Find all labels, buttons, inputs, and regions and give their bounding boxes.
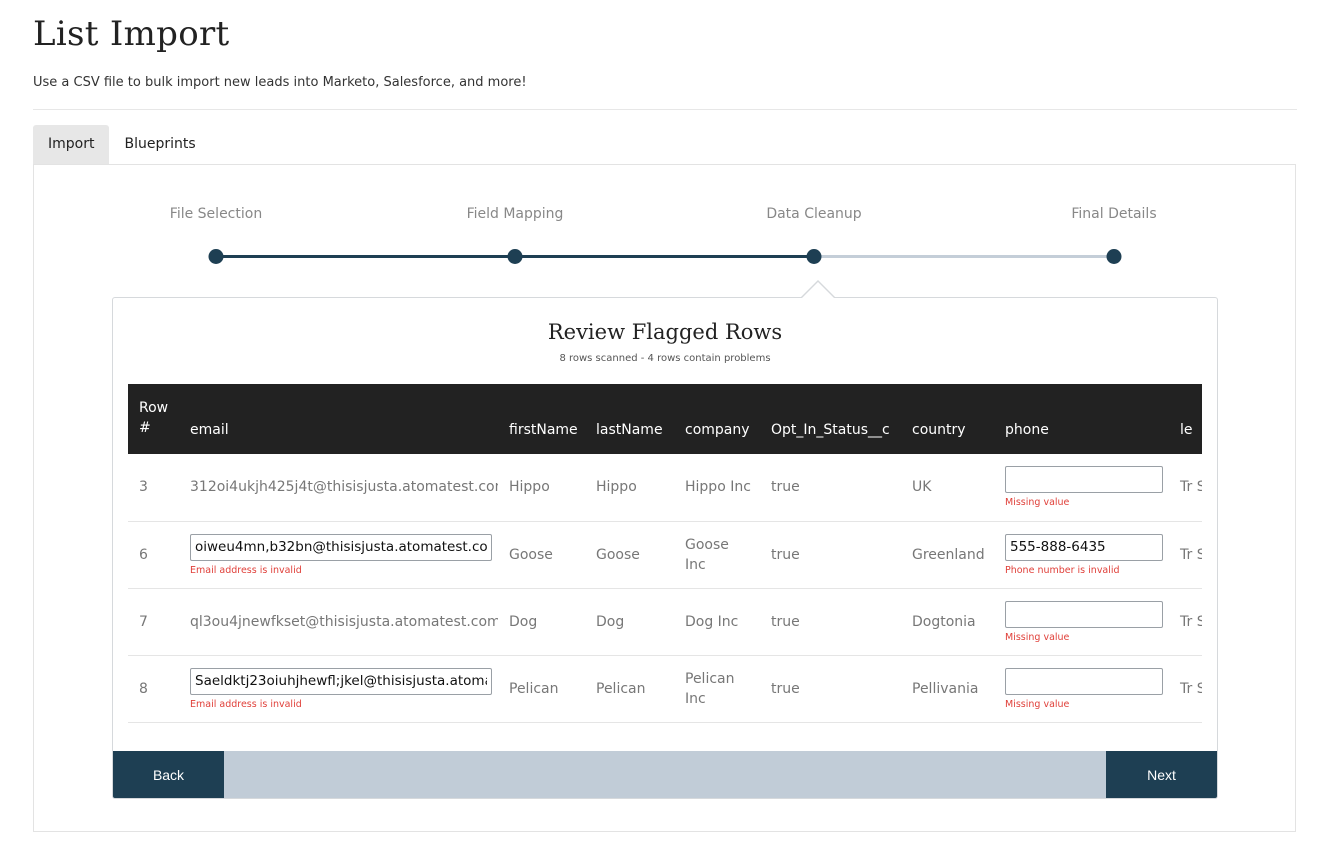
country-cell: Pellivania	[901, 655, 994, 723]
review-card: Review Flagged Rows 8 rows scanned - 4 r…	[112, 297, 1218, 799]
phone-cell: Missing value	[994, 454, 1169, 522]
firstname-cell: Dog	[498, 588, 585, 656]
column-header-company: company	[685, 422, 750, 438]
phone-cell: Phone number is invalid	[994, 521, 1169, 589]
phone-error: Phone number is invalid	[1005, 564, 1120, 576]
lead-cell: Tr Sl	[1169, 655, 1202, 723]
column-header-opt-in-status: Opt_In_Status__c	[771, 422, 890, 438]
lead-cell: Tr Sl	[1169, 454, 1202, 522]
company-cell: Goose Inc	[674, 521, 760, 589]
opt-in-cell: true	[760, 655, 901, 723]
country-cell: Greenland	[901, 521, 994, 589]
page-subtitle: Use a CSV file to bulk import new leads …	[33, 75, 527, 90]
phone-input[interactable]	[1005, 667, 1163, 695]
phone-error: Missing value	[1005, 497, 1070, 509]
email-cell: Email address is invalid	[179, 521, 498, 589]
opt-in-cell: true	[760, 521, 901, 589]
table-row: 6 Email address is invalid Goose Goose G…	[128, 521, 1202, 589]
table-header-row: Row # email firstName lastName company O…	[128, 384, 1202, 454]
row-number: 6	[128, 521, 179, 589]
row-number: 7	[128, 588, 179, 656]
company-cell: Hippo Inc	[674, 454, 760, 522]
opt-in-cell: true	[760, 588, 901, 656]
column-header-phone: phone	[1005, 422, 1049, 438]
progress-line-3	[814, 255, 1114, 258]
phone-cell: Missing value	[994, 655, 1169, 723]
review-summary: 8 rows scanned - 4 rows contain problems	[559, 353, 771, 364]
current-step-pointer-fill	[801, 282, 835, 299]
phone-error: Missing value	[1005, 698, 1070, 710]
header-divider	[33, 109, 1297, 110]
step-dot-field-mapping	[507, 249, 523, 264]
next-button[interactable]: Next	[1106, 751, 1217, 798]
firstname-cell: Hippo	[498, 454, 585, 522]
lead-cell: Tr Sl	[1169, 588, 1202, 656]
row-number: 3	[128, 454, 179, 522]
column-header-email: email	[190, 422, 229, 438]
email-input[interactable]	[190, 667, 492, 695]
phone-input[interactable]	[1005, 600, 1163, 628]
step-dot-data-cleanup	[806, 249, 822, 264]
country-cell: UK	[901, 454, 994, 522]
table-row: 3 312oi4ukjh425j4t@thisisjusta.atomatest…	[128, 454, 1202, 522]
phone-cell: Missing value	[994, 588, 1169, 656]
opt-in-cell: true	[760, 454, 901, 522]
email-cell: ql3ou4jnewfkset@thisisjusta.atomatest.co…	[179, 588, 498, 656]
page-title: List Import	[33, 14, 230, 54]
email-error: Email address is invalid	[190, 564, 302, 576]
progress-line-1	[216, 255, 515, 258]
table-row: 8 Email address is invalid Pelican Pelic…	[128, 655, 1202, 723]
step-dot-file-selection	[208, 249, 224, 264]
tab-bar: Import Blueprints	[33, 125, 211, 164]
column-header-lastname: lastName	[596, 422, 663, 438]
step-dot-final-details	[1106, 249, 1122, 264]
column-header-country: country	[912, 422, 966, 438]
flagged-rows-table: Row # email firstName lastName company O…	[128, 384, 1202, 723]
tab-import[interactable]: Import	[33, 125, 110, 164]
back-button[interactable]: Back	[113, 751, 224, 798]
step-label-field-mapping: Field Mapping	[466, 206, 564, 222]
table-row: 7 ql3ou4jnewfkset@thisisjusta.atomatest.…	[128, 588, 1202, 656]
lastname-cell: Dog	[585, 588, 674, 656]
tab-blueprints[interactable]: Blueprints	[109, 125, 210, 164]
email-input[interactable]	[190, 533, 492, 561]
country-cell: Dogtonia	[901, 588, 994, 656]
flagged-rows-table-container[interactable]: Row # email firstName lastName company O…	[128, 384, 1202, 747]
company-cell: Pelican Inc	[674, 655, 760, 723]
lastname-cell: Goose	[585, 521, 674, 589]
firstname-cell: Goose	[498, 521, 585, 589]
company-cell: Dog Inc	[674, 588, 760, 656]
firstname-cell: Pelican	[498, 655, 585, 723]
column-header-lead: le	[1180, 422, 1193, 438]
step-label-file-selection: File Selection	[169, 206, 263, 222]
review-title: Review Flagged Rows	[547, 320, 783, 344]
step-label-data-cleanup: Data Cleanup	[766, 206, 862, 222]
lastname-cell: Pelican	[585, 655, 674, 723]
progress-line-2	[515, 255, 814, 258]
row-number: 8	[128, 655, 179, 723]
phone-error: Missing value	[1005, 631, 1070, 643]
phone-input[interactable]	[1005, 466, 1163, 494]
column-header-firstname: firstName	[509, 422, 578, 438]
phone-input[interactable]	[1005, 533, 1163, 561]
column-header-row: Row #	[139, 400, 169, 436]
lastname-cell: Hippo	[585, 454, 674, 522]
step-label-final-details: Final Details	[1071, 206, 1157, 222]
email-error: Email address is invalid	[190, 698, 302, 710]
lead-cell: Tr Sl	[1169, 521, 1202, 589]
wizard-footer: Back Next	[113, 751, 1217, 798]
email-cell: Email address is invalid	[179, 655, 498, 723]
email-cell: 312oi4ukjh425j4t@thisisjusta.atomatest.c…	[179, 454, 498, 522]
